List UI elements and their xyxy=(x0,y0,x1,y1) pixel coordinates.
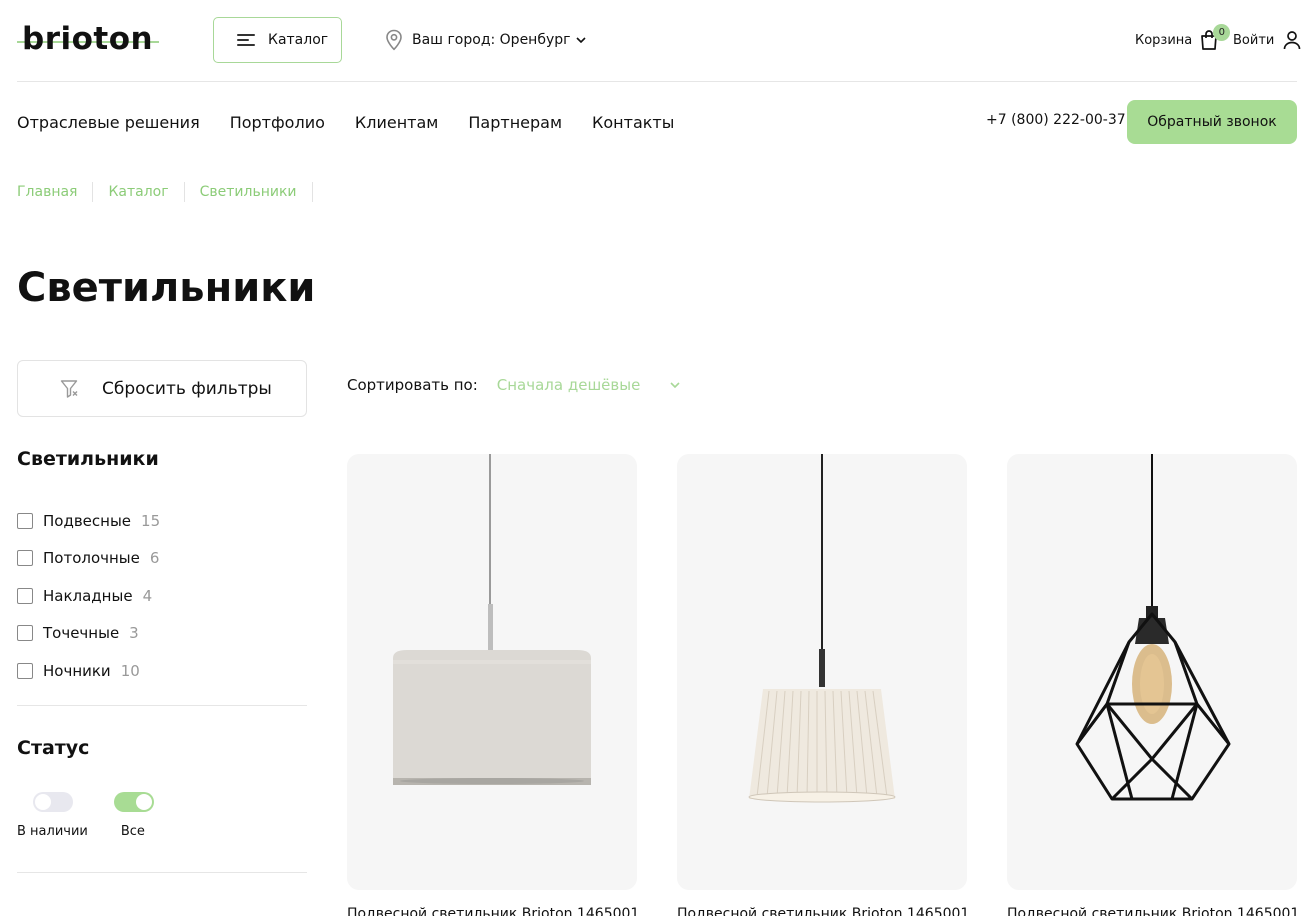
city-label: Ваш город: Оренбург xyxy=(412,32,571,48)
chevron-down-icon xyxy=(575,37,586,43)
filter-count: 3 xyxy=(129,624,139,643)
logo-text: brioton xyxy=(22,21,154,57)
reset-filters-label: Сбросить фильтры xyxy=(102,378,272,399)
drum-pendant-lamp-image xyxy=(393,454,591,785)
filter-label: Точечные xyxy=(43,624,120,643)
cart-icon-wrap: 0 xyxy=(1200,24,1231,51)
filter-checkbox-spot[interactable]: Точечные 3 xyxy=(17,615,307,653)
category-filter-title: Светильники xyxy=(17,448,159,470)
phone-link[interactable]: +7 (800) 222-00-37 xyxy=(986,112,1126,128)
product-title[interactable]: Подвесной светильник Brioton 1465001 ... xyxy=(1007,906,1297,916)
nav-item-industry-solutions[interactable]: Отраслевые решения xyxy=(17,113,200,132)
city-selector[interactable]: Ваш город: Оренбург xyxy=(385,28,595,52)
breadcrumb-separator xyxy=(92,182,94,202)
sort-label: Сортировать по: xyxy=(347,376,478,394)
filter-label: Накладные xyxy=(43,586,133,605)
toggle-label: Все xyxy=(120,824,145,839)
checkbox[interactable] xyxy=(17,512,33,529)
product-card[interactable] xyxy=(347,454,637,890)
status-all: Все xyxy=(113,792,154,839)
nav-item-portfolio[interactable]: Портфолио xyxy=(230,113,325,132)
reset-filters-button[interactable]: Сбросить фильтры xyxy=(17,360,307,417)
geometric-cage-pendant-lamp-image xyxy=(1075,454,1231,801)
top-header: brioton Каталог Ваш город: Оренбург Корз… xyxy=(17,0,1301,82)
filter-clear-icon xyxy=(60,379,78,398)
main-nav: Отраслевые решения Портфолио Клиентам Па… xyxy=(17,100,704,144)
filter-checkbox-pendant[interactable]: Подвесные 15 xyxy=(17,502,307,540)
logo[interactable]: brioton xyxy=(17,20,159,60)
checkbox[interactable] xyxy=(17,662,33,679)
toggle-label: В наличии xyxy=(17,824,88,839)
status-filter-title: Статус xyxy=(17,737,90,759)
login-label: Войти xyxy=(1233,32,1275,48)
product-title[interactable]: Подвесной светильник Brioton 1465001 ... xyxy=(347,906,637,916)
filter-label: Потолочные xyxy=(43,549,140,568)
filter-checkbox-night[interactable]: Ночники 10 xyxy=(17,652,307,690)
cart-count-badge: 0 xyxy=(1213,24,1231,41)
cart-link[interactable]: Корзина 0 xyxy=(1135,24,1231,54)
filter-label: Ночники xyxy=(43,661,111,680)
status-toggles: В наличии Все xyxy=(17,792,180,839)
checkbox[interactable] xyxy=(17,625,33,642)
catalog-button-label: Каталог xyxy=(268,32,329,48)
sort-value: Сначала дешёвые xyxy=(496,376,641,394)
product-card[interactable] xyxy=(1007,454,1297,890)
filter-count: 4 xyxy=(142,586,153,605)
sidebar-divider xyxy=(17,872,307,873)
product-title[interactable]: Подвесной светильник Brioton 1465001 ... xyxy=(677,906,967,916)
cart-label: Корзина xyxy=(1135,32,1193,48)
filter-count: 15 xyxy=(141,511,161,530)
user-icon xyxy=(1283,31,1301,50)
nav-item-contacts[interactable]: Контакты xyxy=(592,113,674,132)
filter-count: 10 xyxy=(120,661,140,680)
nav-item-partners[interactable]: Партнерам xyxy=(468,113,562,132)
all-toggle[interactable] xyxy=(113,792,154,812)
filter-count: 6 xyxy=(149,549,160,568)
in-stock-toggle[interactable] xyxy=(33,792,73,812)
nav-item-clients[interactable]: Клиентам xyxy=(355,113,438,132)
breadcrumb-home[interactable]: Главная xyxy=(17,184,77,200)
checkbox[interactable] xyxy=(17,587,33,604)
breadcrumb-separator xyxy=(183,182,185,202)
page-title: Светильники xyxy=(17,265,316,311)
checkbox[interactable] xyxy=(17,550,33,567)
sort-control: Сортировать по: Сначала дешёвые xyxy=(347,376,680,394)
filter-checkbox-ceiling[interactable]: Потолочные 6 xyxy=(17,540,307,578)
menu-icon xyxy=(237,34,255,46)
chevron-down-icon xyxy=(670,382,680,388)
pleated-pendant-lamp-image xyxy=(748,454,896,803)
login-link[interactable]: Войти xyxy=(1233,26,1301,54)
callback-button[interactable]: Обратный звонок xyxy=(1127,100,1297,144)
breadcrumb-separator xyxy=(311,182,313,202)
breadcrumb-catalog[interactable]: Каталог xyxy=(108,184,168,200)
breadcrumb-lamps[interactable]: Светильники xyxy=(200,184,297,200)
location-pin-icon xyxy=(386,29,402,51)
sort-dropdown[interactable]: Сначала дешёвые xyxy=(497,376,681,394)
filter-label: Подвесные xyxy=(43,511,132,530)
category-filter-list: Подвесные 15 Потолочные 6 Накладные 4 То… xyxy=(17,502,307,690)
filter-checkbox-surface[interactable]: Накладные 4 xyxy=(17,577,307,615)
status-in-stock: В наличии xyxy=(17,792,88,839)
catalog-button[interactable]: Каталог xyxy=(213,17,342,63)
breadcrumb: Главная Каталог Светильники xyxy=(17,182,328,202)
product-card[interactable] xyxy=(677,454,967,890)
sidebar-divider xyxy=(17,705,307,706)
